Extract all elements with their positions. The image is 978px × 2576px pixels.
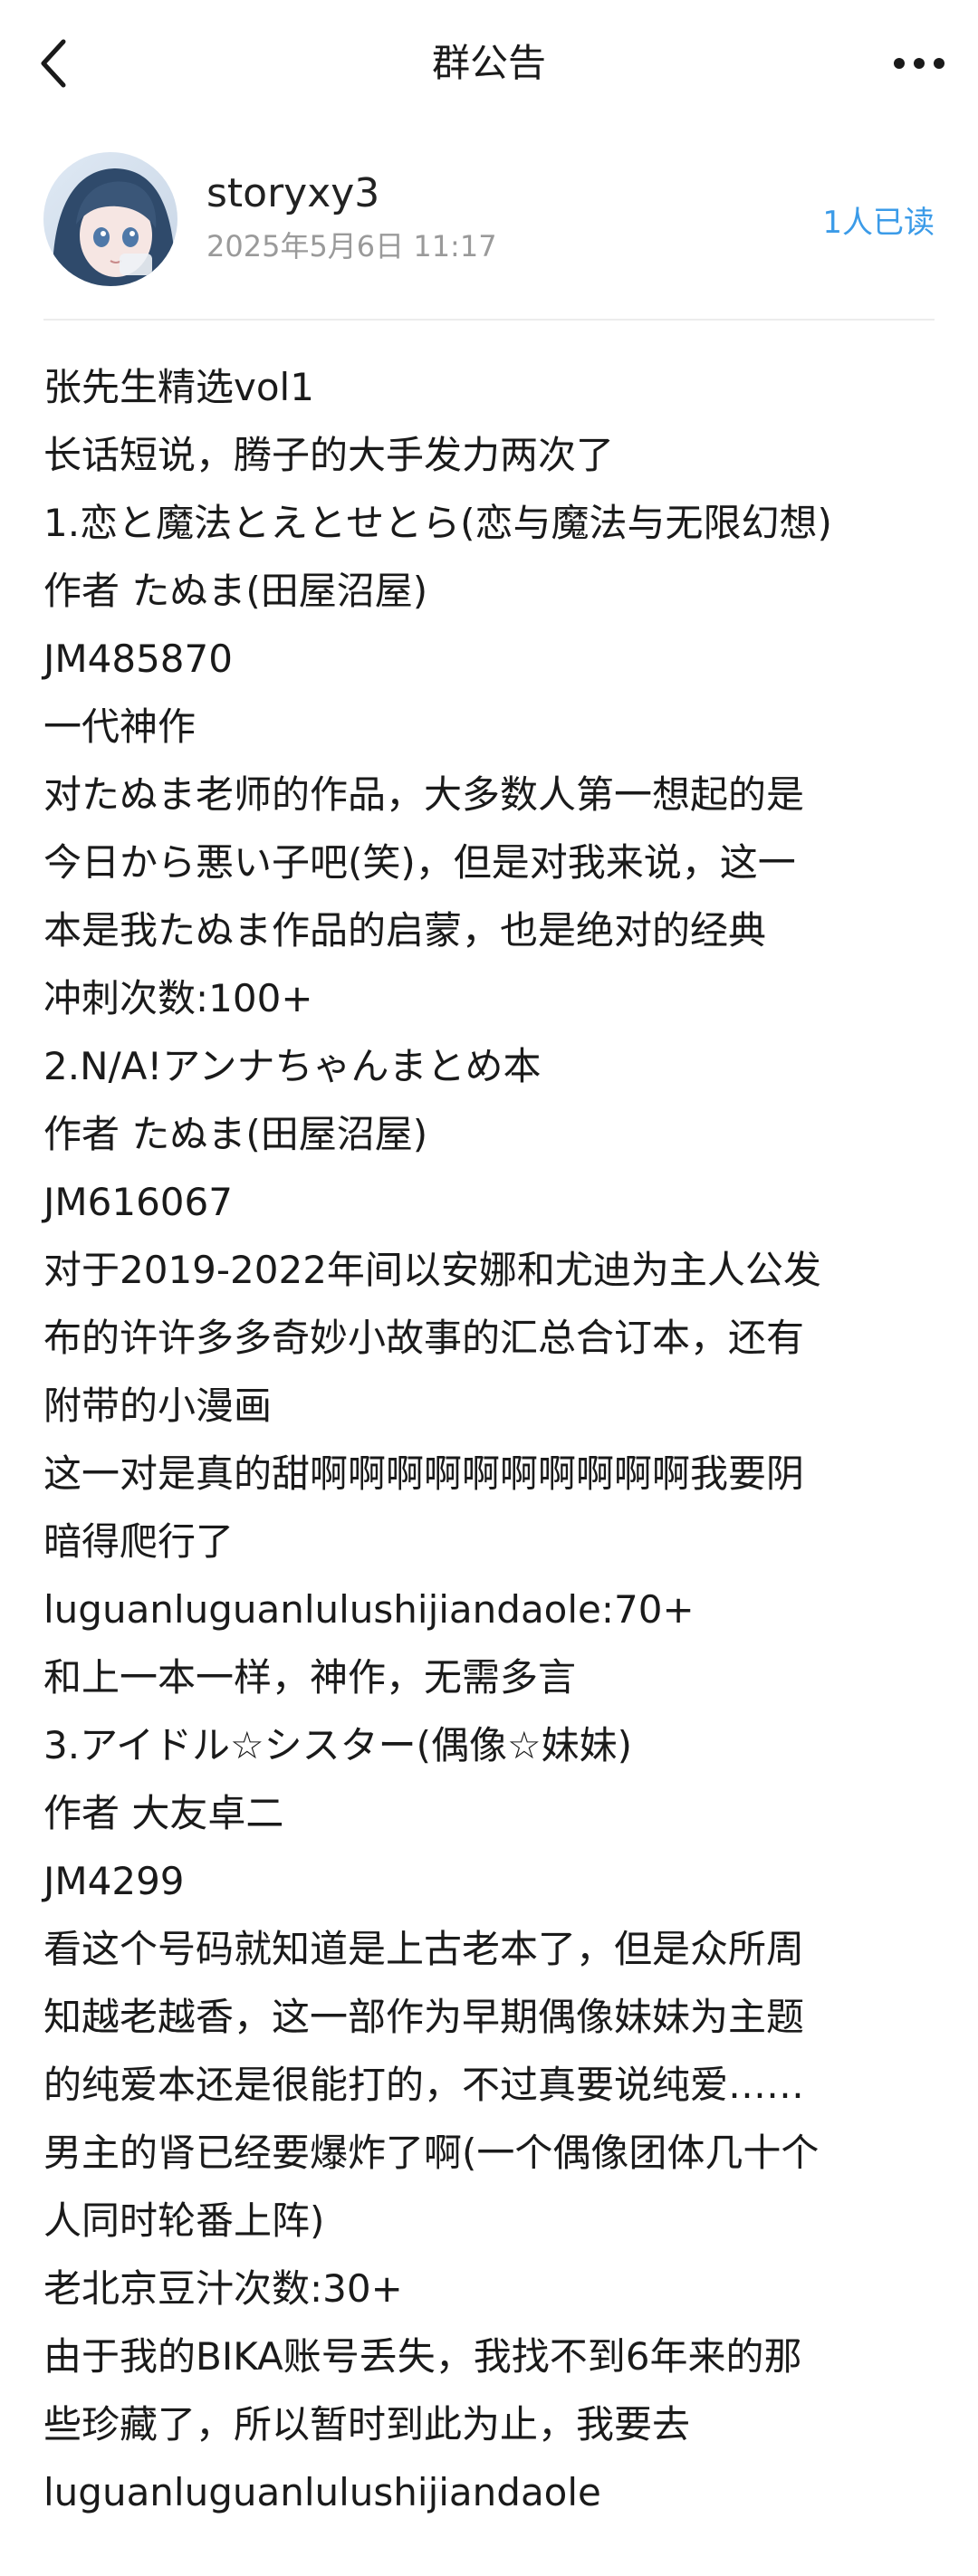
announcement-line: JM485870 [43,637,233,681]
announcement-line: 作者 大友卓二 [43,1791,284,1835]
announcement-line: 暗得爬行了 [43,1519,235,1564]
announcement-line: 附带的小漫画 [43,1384,273,1428]
announcement-line: 对たぬま老师的作品，大多数人第一想起的是 [43,772,805,817]
announcement-line: 这一对是真的甜啊啊啊啊啊啊啊啊啊啊我要阴 [43,1451,805,1496]
announcement-line: 本是我たぬま作品的启蒙，也是绝对的经典 [43,908,767,953]
announcement-line: 冲刺次数:100+ [43,976,313,1020]
announcement-line: 一代神作 [43,704,197,749]
announcement-line: 对于2019-2022年间以安娜和尤迪为主人公发 [43,1248,821,1292]
announcement-line: 今日から悪い子吧(笑)，但是对我来说，这一 [43,840,796,885]
read-count-link[interactable]: 1人已读 [822,203,935,243]
more-options-button[interactable] [887,36,951,91]
announcement-line: 男主的肾已经要爆炸了啊(一个偶像团体几十个 [43,2131,820,2175]
announcement-line: 长话短说，腾子的大手发力两次了 [43,433,615,477]
announcement-line: 2.N/A!アンナちゃんまとめ本 [43,1044,542,1088]
more-horizontal-icon [894,58,944,69]
announcement-line: 布的许许多多奇妙小故事的汇总合订本，还有 [43,1316,805,1360]
announcement-line: luguanluguanlulushijiandaole:70+ [43,1587,695,1632]
announcement-line: 人同时轮番上阵) [43,2198,325,2243]
announcement-line: 老北京豆汁次数:30+ [43,2266,403,2311]
announcement-line: 3.アイドル☆シスター(偶像☆妹妹) [43,1723,633,1767]
announcement-line: 1.恋と魔法とえとせとら(恋与魔法与无限幻想) [43,501,832,545]
top-nav-bar: 群公告 [0,0,978,127]
announcement-line: JM4299 [43,1859,185,1903]
announcement-line: 张先生精选vol1 [43,365,314,409]
announcement-line: 知越老越香，这一部作为早期偶像妹妹为主题 [43,1995,805,2039]
announcement-line: 看这个号码就知道是上古老本了，但是众所周 [43,1927,805,1971]
username[interactable]: storyxy3 [206,168,379,219]
post-header: storyxy3 2025年5月6日 11:17 1人已读 [43,152,935,321]
announcement-line: 和上一本一样，神作，无需多言 [43,1655,577,1700]
announcement-line: JM616067 [43,1180,233,1224]
avatar-image [43,152,177,286]
post-timestamp: 2025年5月6日 11:17 [206,229,497,263]
announcement-line: 的纯爱本还是很能打的，不过真要说纯爱…… [43,2063,805,2107]
avatar[interactable] [43,152,177,286]
announcement-line: luguanluguanlulushijiandaole [43,2470,601,2514]
announcement-line: 由于我的BIKA账号丢失，我找不到6年来的那 [43,2334,802,2379]
page-title: 群公告 [431,41,546,85]
announcement-line: 作者 たぬま(田屋沼屋) [43,569,428,613]
announcement-body: 张先生精选vol1 长话短说，腾子的大手发力两次了 1.恋と魔法とえとせとら(恋… [43,353,940,2526]
announcement-line: 些珍藏了，所以暂时到此为止，我要去 [43,2402,691,2447]
announcement-line: 作者 たぬま(田屋沼屋) [43,1112,428,1156]
